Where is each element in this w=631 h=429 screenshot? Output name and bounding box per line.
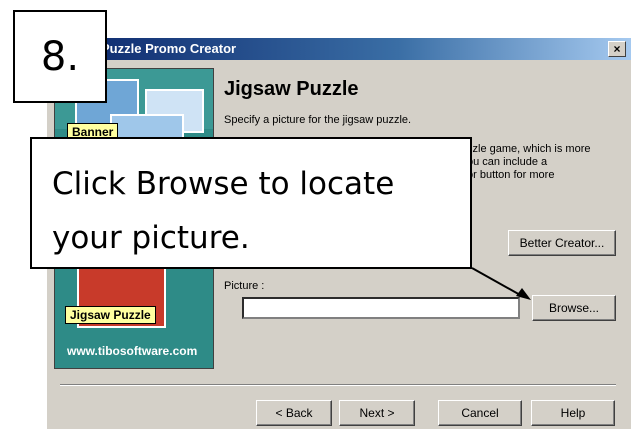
description-line: or button for more <box>467 169 555 181</box>
description-text: zzle game, which is more ou can include … <box>467 143 591 182</box>
window-title: Puzzle Promo Creator <box>101 41 237 56</box>
page-heading: Jigsaw Puzzle <box>224 78 359 100</box>
website-url: www.tibosoftware.com <box>67 344 198 358</box>
close-button[interactable]: × <box>608 41 626 57</box>
instruction-callout: Click Browse to locate your picture. <box>30 137 472 269</box>
better-creator-button[interactable]: Better Creator... <box>508 230 616 256</box>
next-button[interactable]: Next > <box>339 400 415 426</box>
footer-separator <box>60 384 616 386</box>
picture-path-input[interactable] <box>242 297 520 319</box>
help-button[interactable]: Help <box>531 400 615 426</box>
picture-label: Picture : <box>224 280 265 292</box>
title-bar: Puzzle Promo Creator × <box>47 38 631 60</box>
callout-line: Click Browse to locate <box>52 166 395 202</box>
back-button[interactable]: < Back <box>256 400 332 426</box>
browse-button[interactable]: Browse... <box>532 295 616 321</box>
page-subtitle: Specify a picture for the jigsaw puzzle. <box>224 114 412 126</box>
jigsaw-puzzle-tag: Jigsaw Puzzle <box>65 306 156 324</box>
step-number-box: 8. <box>13 10 107 103</box>
cancel-button[interactable]: Cancel <box>438 400 522 426</box>
callout-line: your picture. <box>52 220 250 256</box>
description-line: zzle game, which is more <box>467 143 591 155</box>
description-line: ou can include a <box>467 156 548 168</box>
